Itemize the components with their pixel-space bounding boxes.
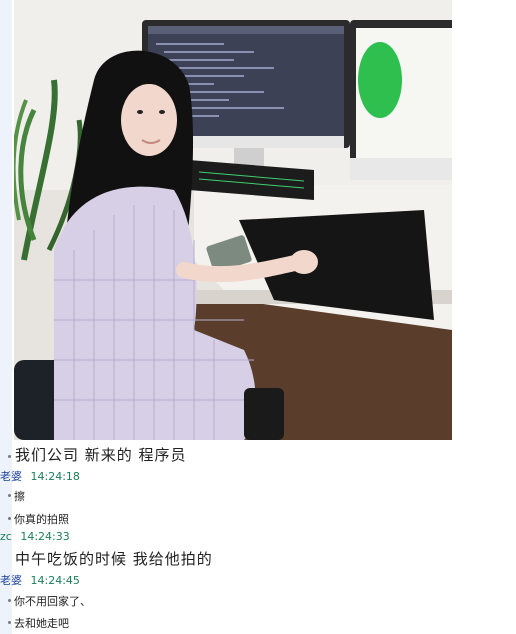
message-timestamp: 14:24:18 (30, 470, 80, 483)
sender-header: zc 14:24:33 (0, 530, 70, 543)
sender-name[interactable]: 老婆 (0, 470, 22, 483)
message-timestamp: 14:24:33 (20, 530, 70, 543)
message-text: 中午吃饭的时候 我给他拍的 (15, 550, 213, 568)
sender-header: 老婆 14:24:18 (0, 468, 80, 484)
message-bullet (8, 494, 11, 497)
message-bullet (8, 621, 11, 624)
photo-illustration (14, 0, 452, 440)
message-bullet (8, 455, 11, 458)
sender-name[interactable]: zc (0, 530, 12, 543)
message-text: 去和她走吧 (14, 617, 69, 630)
message-text: 你不用回家了、 (14, 595, 91, 608)
message-text: 你真的拍照 (14, 513, 69, 526)
chat-window: 我们公司 新来的 程序员 老婆 14:24:18 擦 你真的拍照 zc 14:2… (0, 0, 516, 634)
message-bullet (8, 599, 11, 602)
message-timestamp: 14:24:45 (30, 574, 80, 587)
sender-header: 老婆 14:24:45 (0, 572, 80, 588)
message-bullet (8, 517, 11, 520)
message-text: 擦 (14, 490, 25, 503)
sender-name[interactable]: 老婆 (0, 574, 22, 587)
shared-photo[interactable] (14, 0, 452, 440)
message-text: 我们公司 新来的 程序员 (15, 446, 187, 464)
